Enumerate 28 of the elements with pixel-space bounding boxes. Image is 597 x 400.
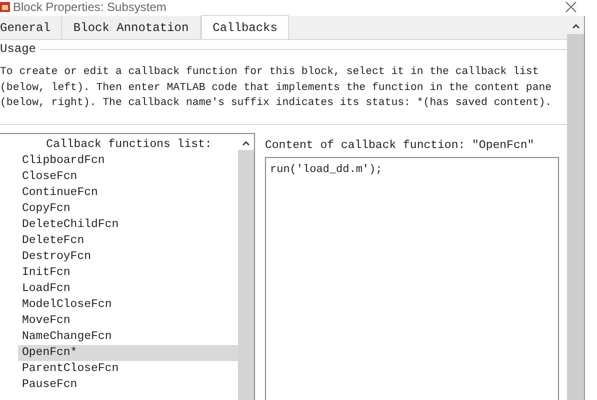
group-legend: Usage xyxy=(0,42,36,56)
list-item[interactable]: PauseFcn xyxy=(18,376,238,392)
content-label: Content of callback function: "OpenFcn" xyxy=(265,138,536,152)
list-item[interactable]: DeleteChildFcn xyxy=(18,216,238,232)
list-item[interactable]: CloseFcn xyxy=(18,168,238,184)
scroll-up-icon[interactable] xyxy=(242,140,250,146)
list-item[interactable]: NameChangeFcn xyxy=(18,328,238,344)
tab[interactable]: Callbacks xyxy=(200,15,290,39)
list-item[interactable]: DeleteFcn xyxy=(18,232,238,248)
scrollbar[interactable] xyxy=(567,16,585,400)
list-item[interactable]: CopyFcn xyxy=(18,200,238,216)
list-item[interactable]: LoadFcn xyxy=(18,280,238,296)
list-item[interactable]: ClipboardFcn xyxy=(18,152,238,168)
list-item[interactable]: ParentCloseFcn xyxy=(18,360,238,376)
list-heading: Callback functions list: xyxy=(45,136,213,152)
usage-text: To create or edit a callback function for this block, select it in the callback list (below, left). Then enter MATLAB code that implements the function in the content pane (below, right). The callback name's suffix indicates its status: *(has saved content). xyxy=(0,65,553,111)
app-icon xyxy=(0,2,10,12)
list-item[interactable]: MoveFcn xyxy=(18,312,238,328)
window-title: Block Properties: Subsystem xyxy=(13,0,166,14)
close-icon[interactable] xyxy=(565,1,577,13)
scroll-up-icon[interactable] xyxy=(572,23,580,29)
list-item[interactable]: DestroyFcn xyxy=(18,248,238,264)
list-item[interactable]: InitFcn xyxy=(18,264,238,280)
code-editor[interactable]: run('load_dd.m'); xyxy=(265,156,559,400)
list-item[interactable]: OpenFcn* xyxy=(18,344,238,360)
list-item[interactable]: ContinueFcn xyxy=(18,184,238,200)
list-item[interactable]: ModelCloseFcn xyxy=(18,296,238,312)
tab[interactable]: General xyxy=(0,16,62,39)
